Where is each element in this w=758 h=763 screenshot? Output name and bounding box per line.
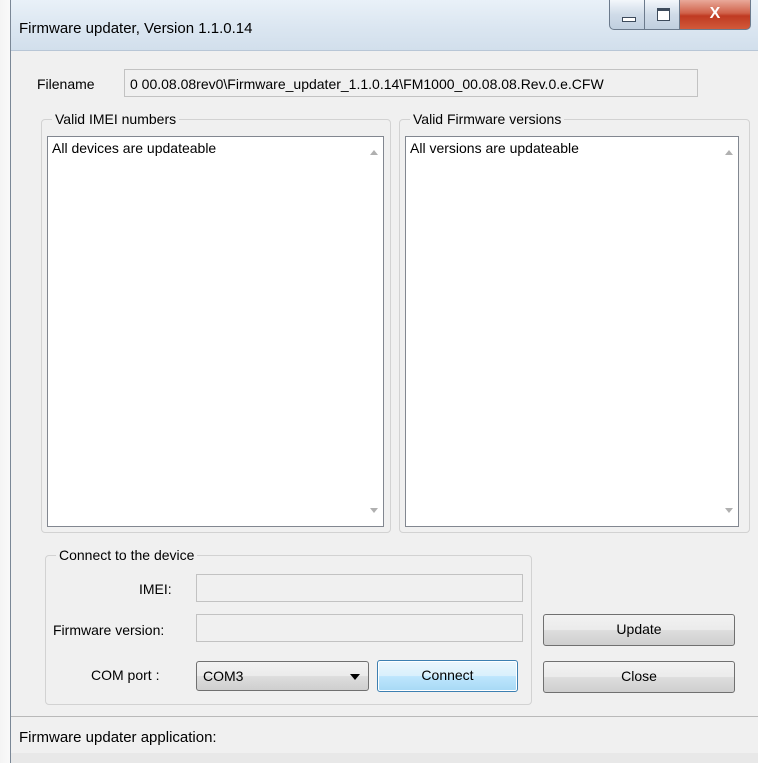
window-title: Firmware updater, Version 1.1.0.14: [19, 20, 253, 37]
imei-group-legend: Valid IMEI numbers: [52, 111, 180, 127]
firmware-listbox[interactable]: All versions are updateable: [405, 136, 739, 527]
scroll-up-icon[interactable]: [725, 150, 733, 155]
scroll-up-icon[interactable]: [370, 150, 378, 155]
status-text: Firmware updater application:: [19, 729, 217, 746]
connect-button[interactable]: Connect: [377, 660, 518, 692]
com-port-value: COM3: [203, 668, 244, 684]
imei-listbox[interactable]: All devices are updateable: [47, 136, 384, 527]
imei-label: IMEI:: [139, 581, 172, 597]
firmware-group: Valid Firmware versions All versions are…: [399, 111, 750, 533]
com-port-select[interactable]: COM3: [196, 661, 369, 691]
filename-label: Filename: [37, 76, 95, 92]
imei-scrollbar[interactable]: [365, 138, 382, 525]
imei-group: Valid IMEI numbers All devices are updat…: [41, 111, 391, 533]
update-button[interactable]: Update: [543, 614, 735, 646]
connect-group-legend: Connect to the device: [56, 547, 198, 563]
bottom-strip: [11, 753, 758, 763]
status-bar: Firmware updater application:: [11, 716, 758, 754]
maximize-icon: [657, 8, 670, 21]
firmware-scrollbar[interactable]: [720, 138, 737, 525]
list-item[interactable]: All devices are updateable: [52, 140, 216, 156]
scroll-down-icon[interactable]: [370, 508, 378, 513]
firmware-group-legend: Valid Firmware versions: [410, 111, 565, 127]
close-window-button[interactable]: X: [679, 0, 751, 30]
com-port-label: COM port :: [91, 667, 160, 683]
filename-field[interactable]: 0 00.08.08rev0\Firmware_updater_1.1.0.14…: [124, 69, 698, 97]
minimize-icon: [622, 17, 636, 22]
firmware-updater-window: Firmware updater, Version 1.1.0.14 X Fil…: [10, 0, 758, 763]
chevron-down-icon[interactable]: [350, 674, 360, 680]
minimize-button[interactable]: [609, 0, 645, 30]
title-bar: Firmware updater, Version 1.1.0.14 X: [11, 0, 758, 51]
close-button[interactable]: Close: [543, 661, 735, 693]
scroll-down-icon[interactable]: [725, 508, 733, 513]
firmware-version-label: Firmware version:: [53, 622, 165, 638]
imei-field[interactable]: [196, 574, 523, 602]
list-item[interactable]: All versions are updateable: [410, 140, 579, 156]
maximize-button[interactable]: [644, 0, 680, 30]
close-icon: X: [709, 5, 721, 22]
firmware-version-field[interactable]: [196, 614, 523, 642]
